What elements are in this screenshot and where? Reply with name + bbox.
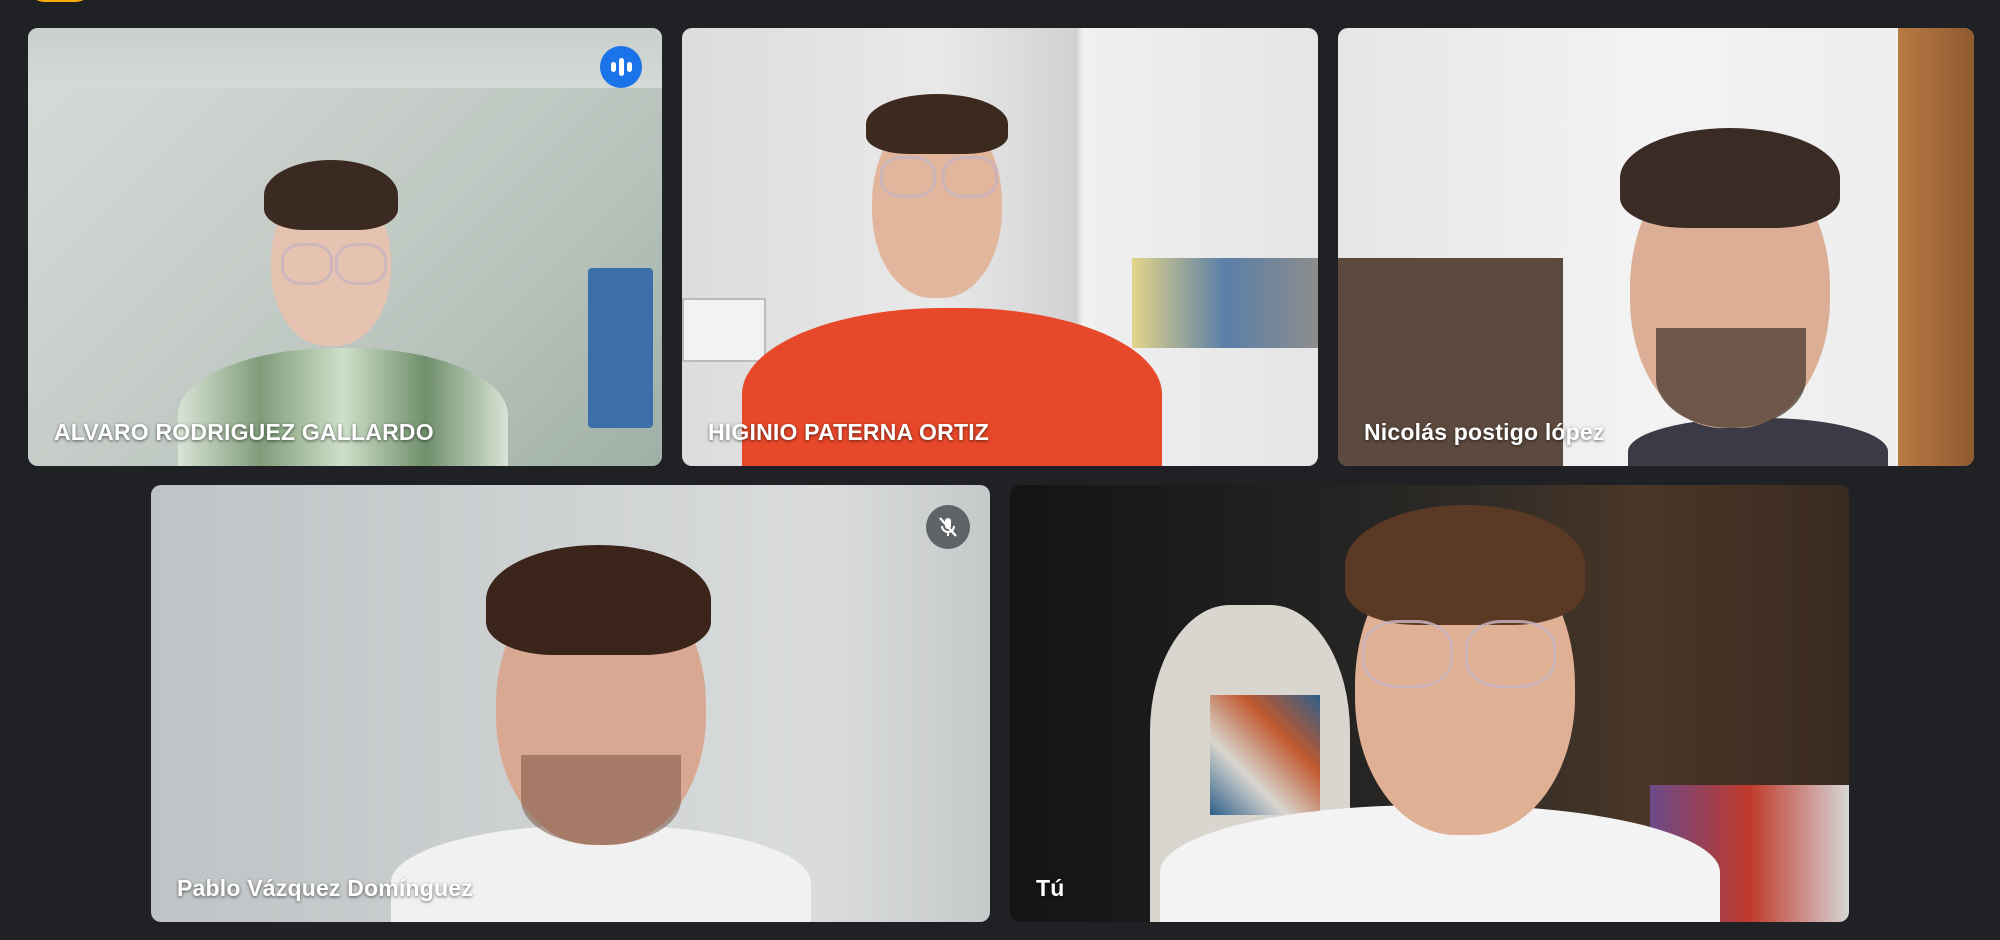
participant-tile-pablo[interactable]: Pablo Vázquez Domínguez xyxy=(151,485,990,922)
participant-tile-higinio[interactable]: HIGINIO PATERNA ORTIZ xyxy=(682,28,1318,466)
participant-video xyxy=(28,28,662,466)
participant-tile-nicolas[interactable]: Nicolás postigo lópez xyxy=(1338,28,1974,466)
mic-off-icon xyxy=(926,505,970,549)
participant-video xyxy=(682,28,1318,466)
meeting-grid: ALVARO RODRIGUEZ GALLARDO HIGINIO PATERN… xyxy=(0,0,2000,940)
participant-video xyxy=(1338,28,1974,466)
participant-name: ALVARO RODRIGUEZ GALLARDO xyxy=(54,419,434,445)
participant-name: Pablo Vázquez Domínguez xyxy=(177,875,473,901)
participant-tile-self[interactable]: Tú xyxy=(1010,485,1849,922)
participant-name: HIGINIO PATERNA ORTIZ xyxy=(708,419,990,445)
audio-level-icon xyxy=(600,46,642,88)
top-indicator-badge[interactable] xyxy=(30,0,90,2)
participant-name: Nicolás postigo lópez xyxy=(1364,419,1605,445)
participant-video xyxy=(1010,485,1849,922)
participant-name: Tú xyxy=(1036,875,1065,901)
participant-video xyxy=(151,485,990,922)
participant-tile-alvaro[interactable]: ALVARO RODRIGUEZ GALLARDO xyxy=(28,28,662,466)
